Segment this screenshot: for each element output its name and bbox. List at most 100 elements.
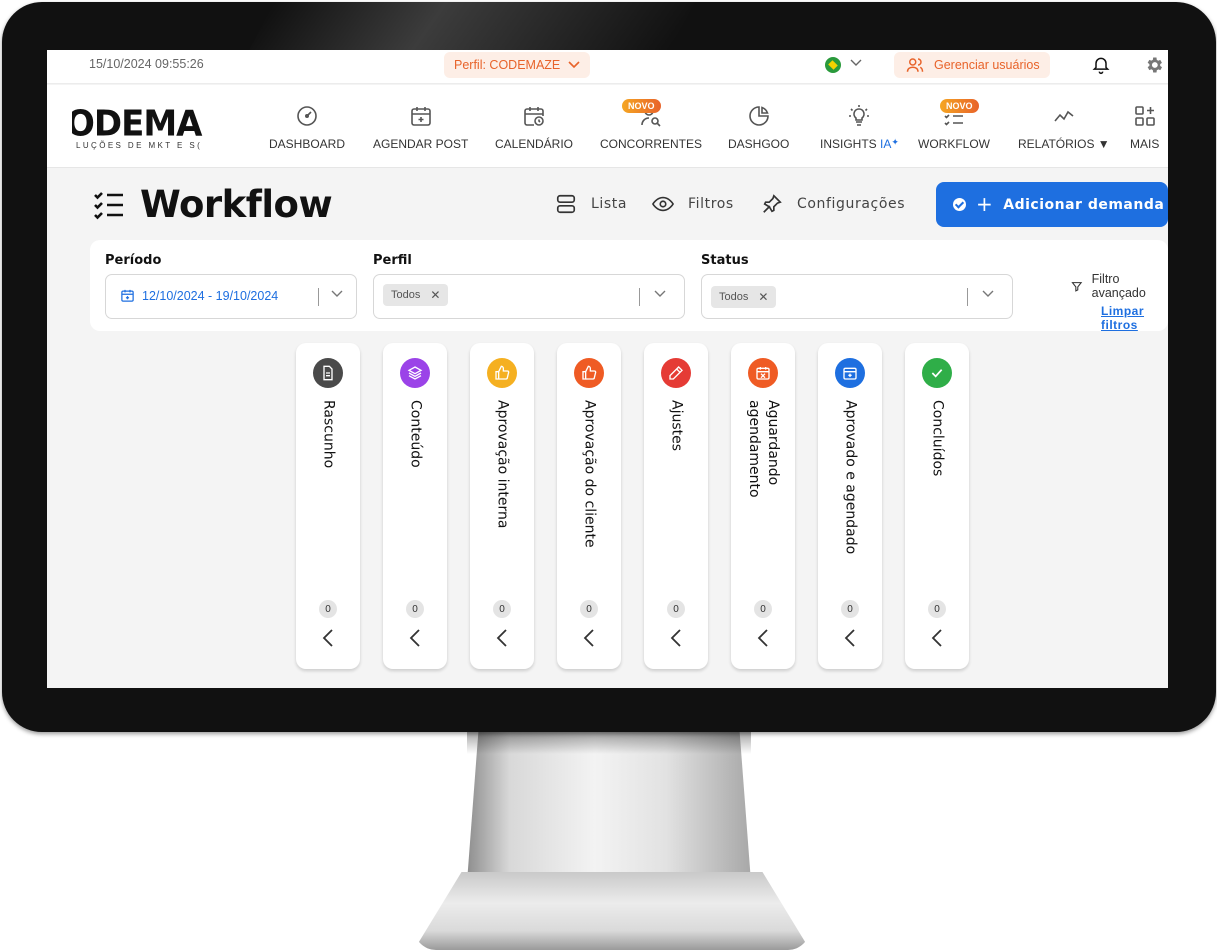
close-icon[interactable]: ✕ bbox=[430, 288, 440, 302]
settings-label: Configurações bbox=[797, 196, 906, 212]
kanban-column-conteudo[interactable]: Conteúdo 0 bbox=[383, 343, 447, 669]
document-icon bbox=[313, 358, 343, 388]
screen-glare bbox=[249, 2, 695, 50]
column-title: Aprovado e agendado bbox=[842, 400, 859, 555]
clear-filters-link[interactable]: Limpar filtros bbox=[1101, 304, 1168, 332]
monitor-stand-shadow bbox=[467, 732, 751, 754]
chevron-left-icon[interactable] bbox=[495, 628, 509, 648]
new-badge: NOVO bbox=[940, 99, 979, 113]
kanban-column-aprovado-agendado[interactable]: Aprovado e agendado 0 bbox=[818, 343, 882, 669]
calendar-icon bbox=[121, 289, 134, 302]
check-circle-icon bbox=[953, 198, 966, 211]
plus-icon: + bbox=[976, 191, 994, 216]
nav-dashboard[interactable]: DASHBOARD bbox=[269, 104, 345, 151]
nav-concorrentes-label: CONCORRENTES bbox=[600, 137, 703, 151]
chevron-down-icon[interactable] bbox=[982, 286, 994, 301]
thumbs-up-icon bbox=[574, 358, 604, 388]
column-title: Aprovação interna bbox=[494, 400, 511, 529]
page-title: Workflow bbox=[140, 183, 333, 226]
nav-calendario[interactable]: CALENDÁRIO bbox=[495, 104, 573, 151]
status-multiselect[interactable]: Todos ✕ bbox=[701, 274, 1013, 319]
gear-icon[interactable] bbox=[1144, 55, 1164, 75]
language-chevron-down-icon[interactable] bbox=[850, 56, 862, 70]
close-icon[interactable]: ✕ bbox=[758, 290, 768, 304]
column-title: Conteúdo bbox=[407, 400, 424, 468]
nav-insights-text: INSIGHTS bbox=[820, 137, 877, 151]
kanban-column-aprovacao-interna[interactable]: Aprovação interna 0 bbox=[470, 343, 534, 669]
nav-relatorios-label: RELATÓRIOS ▼ bbox=[1018, 137, 1110, 151]
period-date-range-input[interactable]: 12/10/2024 - 19/10/2024 bbox=[105, 274, 357, 319]
divider bbox=[967, 288, 968, 306]
brazil-flag-icon[interactable] bbox=[825, 57, 841, 73]
column-count-badge: 0 bbox=[667, 600, 685, 618]
kanban-column-concluidos[interactable]: Concluídos 0 bbox=[905, 343, 969, 669]
nav-relatorios[interactable]: RELATÓRIOS ▼ bbox=[1018, 104, 1110, 151]
chevron-down-icon[interactable] bbox=[331, 286, 343, 301]
add-demand-button[interactable]: + Adicionar demanda bbox=[936, 182, 1168, 227]
add-demand-label: Adicionar demanda bbox=[1003, 196, 1165, 213]
nav-dashgoo-label: DASHGOO bbox=[728, 137, 790, 151]
sparkle-icon: ✦ bbox=[891, 137, 899, 147]
advanced-filter-label: Filtro avançado bbox=[1091, 272, 1146, 300]
new-badge: NOVO bbox=[622, 99, 661, 113]
nav-concorrentes[interactable]: NOVO CONCORRENTES bbox=[600, 99, 703, 151]
list-view-button[interactable]: Lista bbox=[555, 193, 627, 215]
pie-chart-icon bbox=[748, 106, 769, 126]
monitor-bezel: 15/10/2024 09:55:26 Perfil: CODEMAZE Ger… bbox=[2, 2, 1216, 732]
logo-tagline: LUÇÕES DE MKT E S( bbox=[76, 141, 203, 150]
manage-users-button[interactable]: Gerenciar usuários bbox=[894, 52, 1050, 78]
kanban-column-aguardando-agendamento[interactable]: Aguardando agendamento 0 bbox=[731, 343, 795, 669]
chevron-down-icon bbox=[568, 61, 580, 69]
checklist-icon bbox=[94, 192, 123, 220]
status-filter-label: Status bbox=[701, 253, 749, 268]
profile-multiselect[interactable]: Todos ✕ bbox=[373, 274, 685, 319]
column-title: Ajustes bbox=[668, 400, 685, 452]
calendar-plus-icon bbox=[410, 107, 431, 126]
ia-suffix: IA bbox=[880, 137, 892, 151]
chevron-left-icon[interactable] bbox=[843, 628, 857, 648]
nav-insights-label: INSIGHTS IA✦ bbox=[820, 137, 899, 151]
profile-tag-text: Todos bbox=[391, 289, 421, 301]
column-title: Rascunho bbox=[320, 400, 337, 469]
nav-insights[interactable]: INSIGHTS IA✦ bbox=[820, 104, 899, 151]
column-count-badge: 0 bbox=[406, 600, 424, 618]
brand-logo[interactable]: ODEMA LUÇÕES DE MKT E S( bbox=[72, 102, 217, 156]
nav-mais[interactable]: MAIS bbox=[1130, 104, 1159, 151]
chevron-left-icon[interactable] bbox=[321, 628, 335, 648]
advanced-filter-button[interactable]: Filtro avançado bbox=[1071, 272, 1168, 300]
bell-icon[interactable] bbox=[1091, 55, 1111, 75]
nav-dashgoo[interactable]: DASHGOO bbox=[728, 104, 789, 151]
monitor-stand-base bbox=[414, 872, 810, 950]
kanban-column-ajustes[interactable]: Ajustes 0 bbox=[644, 343, 708, 669]
pin-icon bbox=[763, 194, 782, 213]
kanban-column-aprovacao-cliente[interactable]: Aprovação do cliente 0 bbox=[557, 343, 621, 669]
nav-dashboard-label: DASHBOARD bbox=[269, 137, 346, 151]
thumbs-up-icon bbox=[487, 358, 517, 388]
monitor-stand-neck bbox=[467, 732, 751, 882]
filters-panel: Período 12/10/2024 - 19/10/2024 Perfil T… bbox=[90, 240, 1168, 332]
column-count-badge: 0 bbox=[754, 600, 772, 618]
apps-plus-icon bbox=[1134, 106, 1155, 126]
chevron-down-icon[interactable] bbox=[654, 286, 666, 301]
chevron-left-icon[interactable] bbox=[756, 628, 770, 648]
nav-workflow[interactable]: NOVO WORKFLOW bbox=[918, 99, 990, 151]
nav-agendar-post[interactable]: AGENDAR POST bbox=[373, 104, 468, 151]
period-value: 12/10/2024 - 19/10/2024 bbox=[120, 288, 278, 303]
settings-button[interactable]: Configurações bbox=[761, 193, 905, 215]
column-count-badge: 0 bbox=[580, 600, 598, 618]
profile-selector[interactable]: Perfil: CODEMAZE bbox=[444, 52, 591, 78]
column-count-badge: 0 bbox=[841, 600, 859, 618]
chevron-left-icon[interactable] bbox=[669, 628, 683, 648]
kanban-column-rascunho[interactable]: Rascunho 0 bbox=[296, 343, 360, 669]
column-title: Aprovação do cliente bbox=[581, 400, 598, 548]
calendar-x-icon bbox=[748, 358, 778, 388]
chevron-left-icon[interactable] bbox=[582, 628, 596, 648]
divider bbox=[639, 288, 640, 306]
lightbulb-icon bbox=[849, 105, 870, 126]
chevron-left-icon[interactable] bbox=[408, 628, 422, 648]
filters-toggle-button[interactable]: Filtros bbox=[652, 193, 734, 215]
chevron-left-icon[interactable] bbox=[930, 628, 944, 648]
users-icon bbox=[906, 58, 924, 72]
list-view-label: Lista bbox=[591, 196, 628, 212]
status-tag: Todos ✕ bbox=[711, 286, 777, 308]
